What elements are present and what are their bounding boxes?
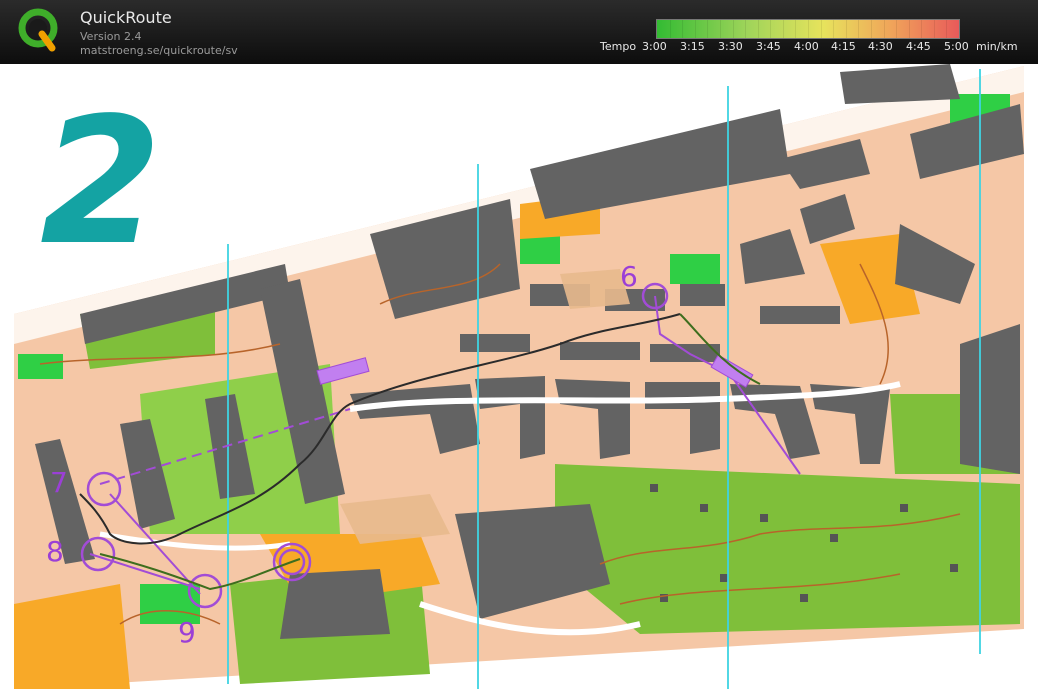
tempo-scale-cell: [694, 20, 696, 38]
tempo-scale-cell: [745, 20, 747, 38]
tempo-scale-cell: [858, 20, 860, 38]
tempo-tick: 5:00: [944, 40, 969, 53]
control-number-8: 8: [46, 535, 64, 568]
control-number-6: 6: [620, 260, 638, 293]
tree-marker: [700, 504, 708, 512]
tempo-scale-cell: [795, 20, 797, 38]
tempo-scale-cell: [719, 20, 721, 38]
tempo-scale-cell: [732, 20, 734, 38]
app-title: QuickRoute: [80, 8, 172, 27]
building: [840, 64, 960, 104]
building: [560, 342, 640, 360]
tempo-scale-cell: [757, 20, 759, 38]
map-canvas[interactable]: 6 7 8 9 2: [0, 64, 1038, 699]
tempo-tick: 4:45: [906, 40, 931, 53]
tempo-tick: 3:00: [642, 40, 667, 53]
dense-vegetation: [18, 354, 63, 379]
tempo-scale-cell: [682, 20, 684, 38]
tempo-scale-cell: [833, 20, 835, 38]
app-version: Version 2.4: [80, 30, 142, 43]
tempo-scale-cell: [883, 20, 885, 38]
tempo-tick: 3:45: [756, 40, 781, 53]
building: [960, 324, 1020, 474]
orienteering-map[interactable]: 6 7 8 9 2: [0, 64, 1038, 699]
building: [460, 334, 530, 352]
building: [760, 306, 840, 324]
tempo-tick: 4:30: [868, 40, 893, 53]
dense-vegetation: [670, 254, 720, 284]
control-number-7: 7: [50, 466, 68, 499]
tempo-scale-cell: [921, 20, 923, 38]
tempo-scale-cell: [770, 20, 772, 38]
app-url[interactable]: matstroeng.se/quickroute/sv: [80, 44, 238, 57]
tempo-tick: 3:15: [680, 40, 705, 53]
tempo-scale-cell: [782, 20, 784, 38]
tempo-scale-cell: [933, 20, 935, 38]
tempo-scale-cell: [896, 20, 898, 38]
tempo-unit: min/km: [976, 40, 1018, 53]
tree-marker: [760, 514, 768, 522]
tempo-color-scale: [656, 19, 960, 39]
tree-marker: [650, 484, 658, 492]
tempo-scale-cell: [820, 20, 822, 38]
forest-area: [555, 464, 1020, 634]
leg-number: 2: [40, 81, 162, 284]
tempo-scale-cell: [946, 20, 948, 38]
tempo-scale-cell: [908, 20, 910, 38]
tempo-scale-cell: [845, 20, 847, 38]
tree-marker: [720, 574, 728, 582]
tree-marker: [900, 504, 908, 512]
building: [680, 284, 725, 306]
tempo-tick: 4:15: [831, 40, 856, 53]
tempo-tick: 4:00: [794, 40, 819, 53]
tree-marker: [950, 564, 958, 572]
app-header: QuickRoute Version 2.4 matstroeng.se/qui…: [0, 0, 1038, 64]
tree-marker: [800, 594, 808, 602]
quickroute-logo-icon: [18, 8, 62, 52]
tempo-scale-cell: [669, 20, 671, 38]
tree-marker: [830, 534, 838, 542]
tempo-scale-cell: [707, 20, 709, 38]
tempo-scale-cell: [808, 20, 809, 38]
control-number-9: 9: [178, 616, 196, 649]
tempo-tick: 3:30: [718, 40, 743, 53]
tempo-scale-cell: [870, 20, 872, 38]
tempo-label: Tempo: [600, 40, 637, 53]
